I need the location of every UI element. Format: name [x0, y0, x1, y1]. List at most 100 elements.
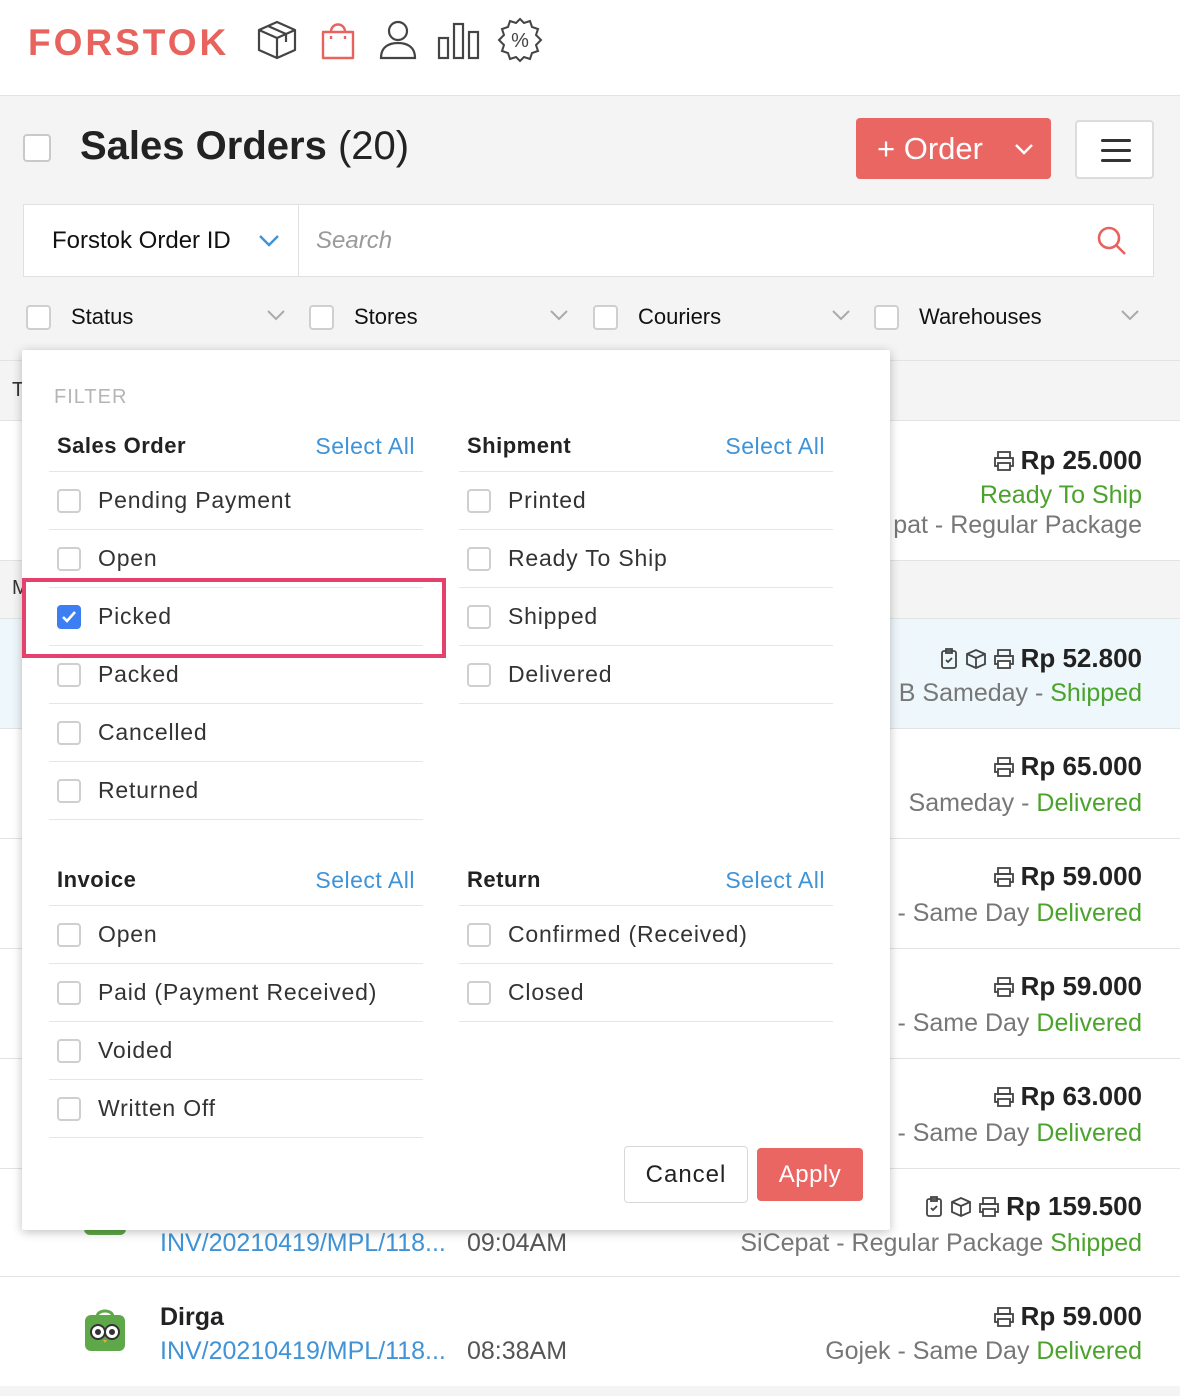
highlight-annotation: [22, 578, 446, 658]
shipment-title: Shipment: [467, 433, 572, 458]
option-label: Ready To Ship: [508, 545, 668, 571]
user-icon[interactable]: [374, 16, 422, 64]
package-icon[interactable]: [253, 16, 301, 64]
option-voided[interactable]: Voided: [49, 1022, 423, 1080]
price-value: Rp 63.000: [1020, 1081, 1142, 1111]
search-field-select[interactable]: Forstok Order ID: [24, 205, 299, 276]
sales-order-select-all[interactable]: Select All: [315, 433, 415, 460]
option-checkbox[interactable]: [57, 922, 81, 947]
bar-chart-icon[interactable]: [435, 16, 483, 64]
chevron-down-icon: [550, 310, 568, 321]
package-icon: [951, 1196, 972, 1217]
order-status: Ready To Ship: [979, 481, 1142, 509]
order-price: Rp 52.800: [939, 643, 1142, 674]
courier-info: Sameday - Delivered: [909, 789, 1142, 818]
chevron-down-icon: [259, 235, 279, 247]
page-title: Sales Orders (20): [80, 124, 409, 169]
stores-filter-checkbox[interactable]: [309, 304, 334, 330]
option-written-off[interactable]: Written Off: [49, 1080, 423, 1138]
forstok-logo[interactable]: FORSTOK: [28, 22, 229, 64]
discount-icon[interactable]: %: [496, 16, 544, 64]
order-time: 08:38AM: [467, 1337, 568, 1365]
option-confirmed[interactable]: Confirmed (Received): [459, 906, 833, 964]
price-value: Rp 25.000: [1020, 445, 1142, 475]
return-title: Return: [467, 867, 541, 892]
option-printed[interactable]: Printed: [459, 472, 833, 530]
option-label: Open: [98, 921, 158, 947]
courier-name: - Same Day: [897, 1009, 1037, 1037]
option-checkbox[interactable]: [467, 980, 491, 1005]
option-returned[interactable]: Returned: [49, 762, 423, 820]
invoice-select-all[interactable]: Select All: [315, 867, 415, 894]
couriers-filter[interactable]: Couriers: [593, 302, 855, 332]
table-row[interactable]: Dirga INV/20210419/MPL/118... 08:38AM Rp…: [0, 1276, 1180, 1386]
option-checkbox[interactable]: [57, 1096, 81, 1121]
option-checkbox[interactable]: [467, 488, 491, 513]
option-pending-payment[interactable]: Pending Payment: [49, 472, 423, 530]
bag-icon[interactable]: [314, 16, 362, 64]
status-filter[interactable]: Status: [26, 302, 288, 332]
select-all-orders-checkbox[interactable]: [23, 134, 51, 162]
warehouses-filter-label: Warehouses: [919, 304, 1042, 329]
warehouses-filter-checkbox[interactable]: [874, 304, 899, 330]
courier-info: SiCepat - Regular Package Shipped: [740, 1229, 1142, 1258]
option-label: Returned: [98, 777, 200, 803]
option-checkbox[interactable]: [57, 546, 81, 571]
price-value: Rp 59.000: [1020, 971, 1142, 1001]
warehouses-filter[interactable]: Warehouses: [874, 302, 1140, 332]
option-checkbox[interactable]: [57, 778, 81, 803]
cancel-button[interactable]: Cancel: [624, 1146, 748, 1203]
option-checkbox[interactable]: [467, 546, 491, 571]
printer-icon: [993, 866, 1014, 887]
option-label: Written Off: [98, 1095, 216, 1121]
option-checkbox[interactable]: [57, 1038, 81, 1063]
shipment-status: Shipped: [1050, 1229, 1142, 1257]
courier-info: B Sameday - Shipped: [899, 679, 1142, 708]
option-checkbox[interactable]: [57, 488, 81, 513]
option-invoice-open[interactable]: Open: [49, 906, 423, 964]
order-price: Rp 59.000: [993, 971, 1142, 1002]
hamburger-menu-button[interactable]: [1075, 120, 1154, 179]
invoice-header: Invoice Select All: [49, 834, 423, 906]
option-delivered[interactable]: Delivered: [459, 646, 833, 704]
invoice-link[interactable]: INV/20210419/MPL/118...: [160, 1337, 446, 1366]
clipboard-icon: [926, 1195, 943, 1217]
invoice-link[interactable]: INV/20210419/MPL/118...: [160, 1229, 446, 1258]
return-select-all[interactable]: Select All: [725, 867, 825, 894]
courier-name: SiCepat - Regular Package: [740, 1229, 1051, 1257]
courier-info: - Same Day Delivered: [897, 1009, 1142, 1038]
apply-button[interactable]: Apply: [757, 1148, 863, 1201]
search-icon[interactable]: [1096, 225, 1128, 257]
printer-icon: [993, 1306, 1014, 1327]
courier-name: B Sameday -: [898, 679, 1051, 707]
order-price: Rp 63.000: [993, 1081, 1142, 1112]
add-order-button[interactable]: + Order: [856, 118, 1051, 179]
option-checkbox[interactable]: [57, 662, 81, 687]
search-field-value: Forstok Order ID: [52, 226, 231, 254]
option-label: Voided: [98, 1037, 174, 1063]
printer-icon: [993, 1086, 1014, 1107]
option-checkbox[interactable]: [467, 604, 491, 629]
option-shipped[interactable]: Shipped: [459, 588, 833, 646]
search-input[interactable]: [316, 219, 1076, 263]
svg-text:%: %: [511, 30, 529, 52]
shipment-header: Shipment Select All: [459, 400, 833, 472]
option-cancelled[interactable]: Cancelled: [49, 704, 423, 762]
chevron-down-icon: [832, 310, 850, 321]
option-checkbox[interactable]: [57, 720, 81, 745]
option-checkbox[interactable]: [467, 922, 491, 947]
price-value: Rp 59.000: [1020, 1301, 1142, 1331]
option-closed[interactable]: Closed: [459, 964, 833, 1022]
option-paid[interactable]: Paid (Payment Received): [49, 964, 423, 1022]
option-label: Shipped: [508, 603, 599, 629]
couriers-filter-checkbox[interactable]: [593, 304, 618, 330]
status-filter-checkbox[interactable]: [26, 304, 51, 330]
option-label: Confirmed (Received): [508, 921, 748, 947]
option-checkbox[interactable]: [57, 980, 81, 1005]
shipment-select-all[interactable]: Select All: [725, 433, 825, 460]
option-checkbox[interactable]: [467, 662, 491, 687]
stores-filter[interactable]: Stores: [309, 302, 571, 332]
return-header: Return Select All: [459, 834, 833, 906]
price-value: Rp 52.800: [1020, 643, 1142, 673]
option-ready-to-ship[interactable]: Ready To Ship: [459, 530, 833, 588]
